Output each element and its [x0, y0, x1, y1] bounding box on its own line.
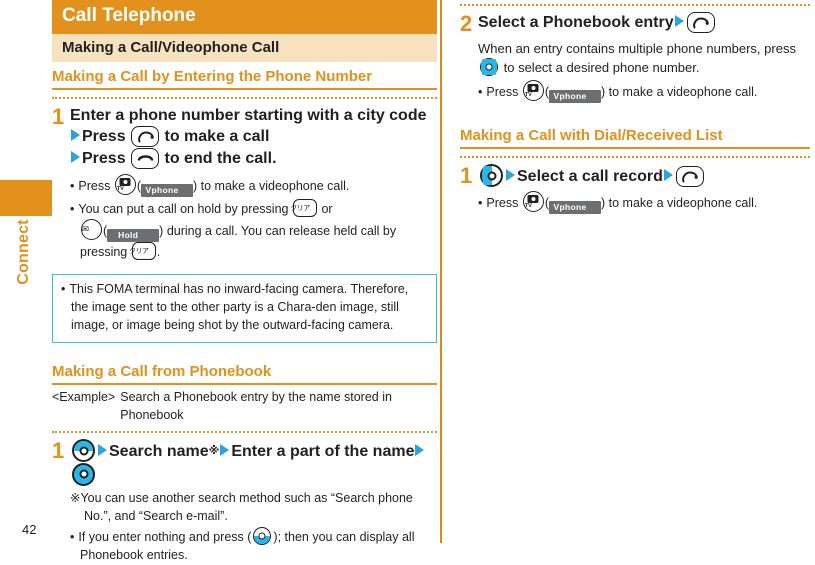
- arrow-icon-6: [674, 15, 684, 27]
- hold-pre: You can put a call on hold by pressing: [78, 202, 289, 217]
- arrow-icon-2: [71, 150, 80, 163]
- dotted-rule-4: [460, 156, 810, 159]
- pb-text-b: Enter a part of the name: [231, 443, 415, 461]
- example-row: <Example> Search a Phonebook entry by th…: [52, 389, 437, 424]
- example-text: Search a Phonebook entry by the name sto…: [120, 390, 392, 422]
- step-instruction-3: Select a call record: [478, 164, 810, 188]
- bullet-pre: Press: [78, 178, 111, 193]
- arrow-icon-4: [220, 444, 230, 457]
- footnote-body: You can use another search method such a…: [80, 490, 413, 523]
- step2-paragraph: When an entry contains multiple phone nu…: [478, 40, 810, 78]
- camera-tv-key-icon-3: TV: [522, 190, 544, 212]
- hold-mid: or: [321, 202, 333, 217]
- nav-key-left-icon: [480, 164, 503, 188]
- step-number: 1: [52, 104, 65, 130]
- bullet-vphone-2: Press TV(Vphone) to make a videophone ca…: [478, 79, 810, 104]
- bullet-vphone: Press TV(Vphone) to make a videophone ca…: [70, 173, 437, 198]
- step2-text: Select a Phonebook entry: [478, 14, 674, 31]
- dotted-rule-2: [52, 431, 437, 434]
- step2-para-a: When an entry contains multiple phone nu…: [478, 41, 796, 56]
- nav-key-up-icon: [72, 439, 95, 463]
- tv-label: TV: [116, 186, 124, 193]
- clear-key-icon-2: クリア: [128, 242, 156, 261]
- mail-glyph: ✉: [81, 224, 90, 235]
- column-divider: [440, 0, 442, 543]
- heading-dial-received-list: Making a Call with Dial/Received List: [460, 121, 810, 150]
- left-column: Call Telephone Making a Call/Videophone …: [52, 0, 437, 565]
- tv-label-2: TV: [524, 92, 532, 99]
- step2-para-b: to select a desired phone number.: [503, 60, 700, 76]
- step-1-bullets: Press TV(Vphone) to make a videophone ca…: [52, 173, 437, 262]
- footnote-search-methods: ※You can use another search method such …: [70, 490, 437, 526]
- step-number-3: 1: [460, 163, 473, 189]
- nav-key-left-right-icon: [480, 58, 498, 77]
- step-2-select-entry: 2 Select a Phonebook entry: [460, 12, 810, 35]
- bullet-all-pre: If you enter nothing and press: [78, 530, 244, 545]
- dotted-rule-3: [460, 4, 810, 6]
- softkey-hold: Hold: [107, 229, 160, 243]
- step-text-a: Enter a phone number starting with a cit…: [70, 107, 427, 125]
- step-number-2: 2: [460, 11, 473, 36]
- end-call-key-icon: [131, 147, 160, 169]
- b2-post: to make a videophone call.: [608, 84, 758, 99]
- footnote-marker: ※: [208, 445, 220, 458]
- softkey-vphone-3: Vphone: [549, 200, 601, 214]
- bullet-vphone-3: Press TV(Vphone) to make a videophone ca…: [478, 190, 810, 214]
- step-text-c: to make a call: [164, 128, 270, 146]
- step-instruction-2: Select a Phonebook entry: [478, 12, 810, 33]
- chapter-title: Call Telephone: [52, 0, 437, 34]
- step-text-d: Press: [82, 149, 126, 167]
- page-number: 42: [22, 522, 37, 537]
- clear-key-label-2: クリア: [128, 247, 149, 255]
- right-column: 2 Select a Phonebook entry When an entry…: [460, 0, 810, 214]
- call-key-icon: [131, 126, 160, 148]
- call-key-icon-2: [686, 12, 715, 33]
- step-1-phonebook-notes: ※You can use another search method such …: [52, 490, 437, 565]
- arrow-icon: [71, 129, 80, 142]
- softkey-vphone-2: Vphone: [549, 89, 601, 104]
- dotted-rule: [52, 97, 437, 100]
- bullet-post: to make a videophone call.: [200, 178, 350, 193]
- mail-key-icon: ✉: [81, 219, 102, 241]
- step-text-e: to end the call.: [164, 149, 277, 167]
- manual-page: Connect 42 Call Telephone Making a Call/…: [0, 0, 815, 562]
- clear-key-icon: クリア: [290, 199, 317, 218]
- pb-text-a: Search name: [109, 443, 209, 461]
- example-tag: <Example>: [52, 390, 116, 405]
- arrow-icon-3: [98, 444, 107, 457]
- call-key-icon-3: [675, 166, 704, 188]
- bullet-hold: You can put a call on hold by pressing ク…: [70, 199, 437, 262]
- note-text: This FOMA terminal has no inward-facing …: [61, 281, 428, 334]
- b2-pre: Press: [486, 84, 519, 99]
- footnote-mark: ※: [70, 490, 81, 505]
- heading-making-call-entering-number: Making a Call by Entering the Phone Numb…: [52, 62, 437, 91]
- section-title: Making a Call/Videophone Call: [52, 33, 437, 63]
- step-text-b: Press: [82, 128, 126, 146]
- nav-key-select-icon: [72, 462, 95, 486]
- softkey-vphone: Vphone: [141, 183, 193, 198]
- hold-tail: .: [156, 245, 161, 260]
- heading-making-call-from-phonebook: Making a Call from Phonebook: [52, 357, 437, 386]
- note-box: This FOMA terminal has no inward-facing …: [52, 274, 437, 344]
- step3-text: Select a call record: [517, 168, 663, 186]
- b3-post: to make a videophone call.: [608, 195, 758, 210]
- step-instruction-phonebook: Search name※ Enter a part of the name: [70, 439, 437, 486]
- step-number-phonebook: 1: [52, 438, 65, 464]
- camera-tv-key-icon: TV: [114, 173, 136, 195]
- step-1-phonebook: 1 Search name※ Enter a part of the name: [52, 439, 437, 486]
- chapter-tab-label: Connect: [15, 219, 32, 285]
- clear-key-label: クリア: [290, 204, 310, 212]
- step-1-call-record: 1 Select a call record: [460, 163, 810, 189]
- arrow-icon-7: [506, 169, 515, 182]
- camera-tv-key-icon-2: TV: [522, 79, 544, 101]
- step-2-body: When an entry contains multiple phone nu…: [460, 40, 810, 104]
- bullet-display-all: If you enter nothing and press (); then …: [70, 527, 437, 565]
- step-1-entering-number: 1 Enter a phone number starting with a c…: [52, 105, 437, 169]
- tv-label-3: TV: [524, 203, 532, 210]
- arrow-icon-8: [663, 169, 673, 182]
- b3-pre: Press: [486, 195, 519, 210]
- step-instruction: Enter a phone number starting with a cit…: [70, 105, 437, 169]
- step-3-body: Press TV(Vphone) to make a videophone ca…: [460, 190, 810, 214]
- arrow-icon-5: [415, 444, 425, 457]
